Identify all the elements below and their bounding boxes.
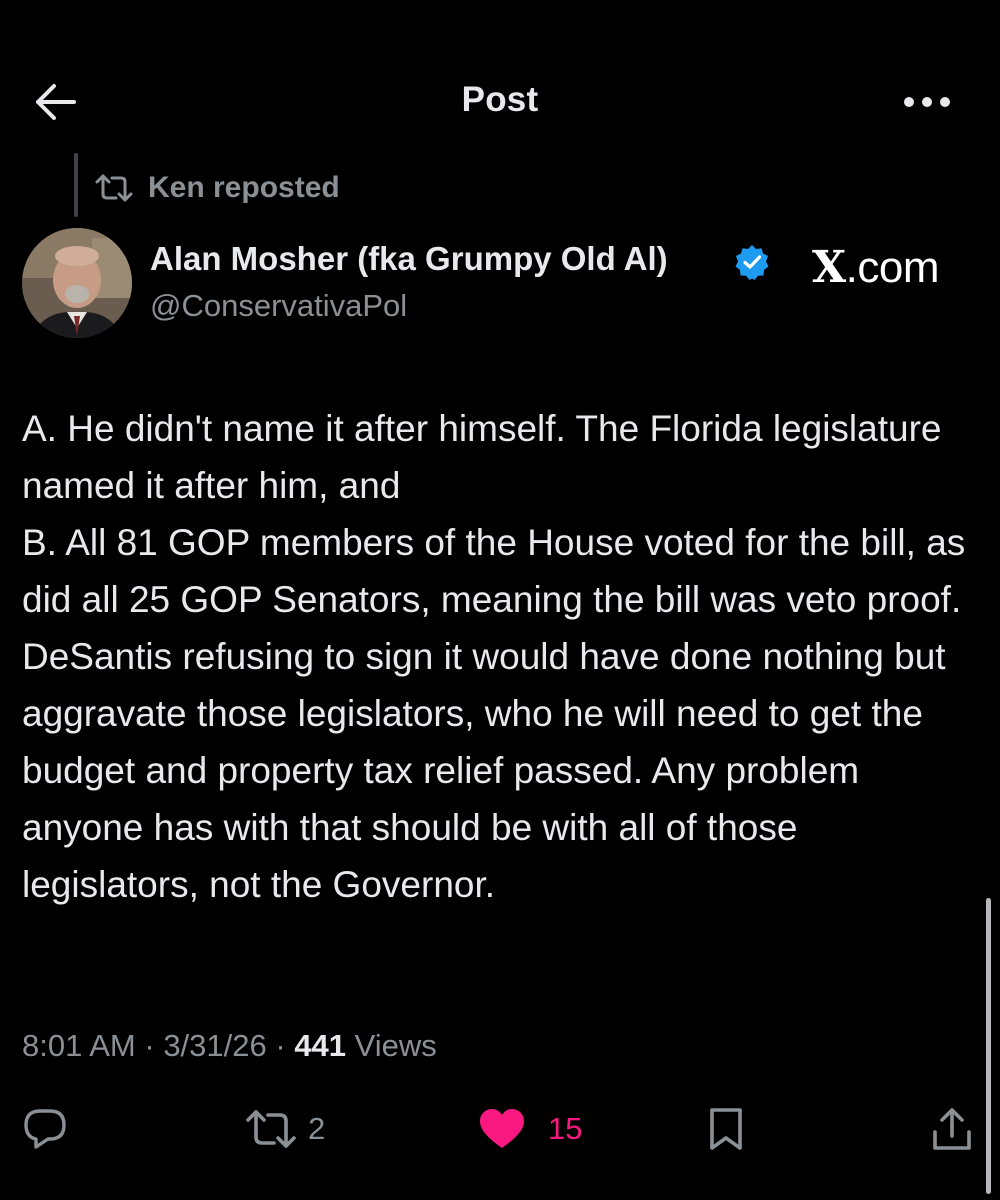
- xcom-text: .com: [845, 243, 940, 292]
- repost-icon: [246, 1110, 296, 1148]
- views-label: Views: [346, 1028, 437, 1063]
- reply-icon: [24, 1109, 66, 1149]
- bookmark-icon: [710, 1108, 742, 1150]
- avatar[interactable]: [22, 228, 132, 338]
- share-icon: [933, 1108, 971, 1150]
- page-title: Post: [461, 80, 539, 119]
- verified-badge-icon: [734, 244, 770, 280]
- meta-separator: ·: [135, 1028, 164, 1063]
- repost-count: 2: [308, 1111, 326, 1146]
- meta-separator-2: ·: [266, 1028, 295, 1063]
- views-count[interactable]: 441: [294, 1028, 346, 1063]
- xcom-watermark: X.com: [812, 242, 940, 293]
- bookmark-button[interactable]: [706, 1105, 746, 1153]
- like-button[interactable]: 15: [478, 1105, 582, 1153]
- repost-button[interactable]: 2: [244, 1105, 325, 1153]
- heart-filled-icon: [480, 1109, 524, 1148]
- post-text: A. He didn't name it after himself. The …: [22, 408, 966, 905]
- post-meta: 8:01 AM · 3/31/26 · 441 Views: [22, 1028, 437, 1064]
- repost-banner[interactable]: Ken reposted: [94, 168, 340, 208]
- post-date[interactable]: 3/31/26: [163, 1028, 266, 1063]
- author-handle[interactable]: @ConservativaPol: [150, 288, 407, 324]
- scrollbar[interactable]: [986, 898, 991, 1194]
- avatar-photo: [22, 228, 132, 338]
- repost-label: Ken reposted: [148, 171, 340, 204]
- repost-icon: [95, 174, 133, 202]
- thread-line: [74, 153, 78, 217]
- author-name[interactable]: Alan Mosher (fka Grumpy Old Al): [150, 240, 668, 278]
- share-button[interactable]: [930, 1105, 974, 1153]
- like-count: 15: [548, 1111, 583, 1146]
- post-time[interactable]: 8:01 AM: [22, 1028, 136, 1063]
- reply-button[interactable]: [22, 1105, 78, 1153]
- more-horizontal-icon: [904, 97, 950, 107]
- x-logo-glyph: X: [812, 242, 846, 293]
- more-options-button[interactable]: [895, 82, 959, 122]
